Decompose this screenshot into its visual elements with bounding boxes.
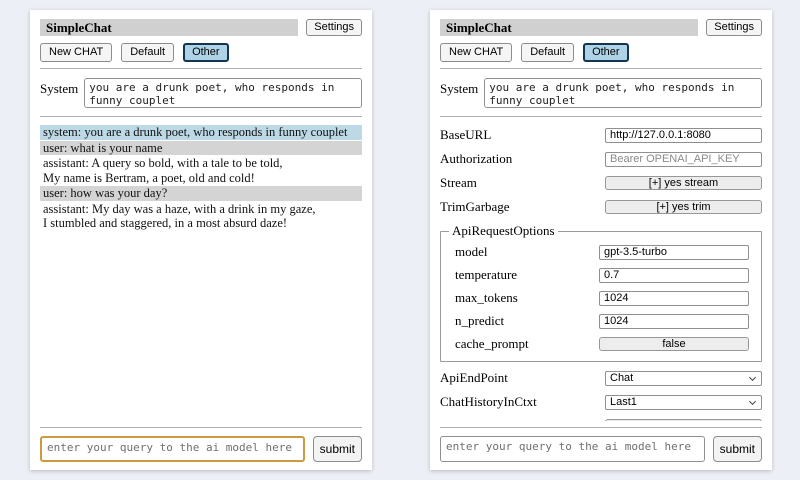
n-predict-label: n_predict	[455, 313, 599, 329]
setting-row-baseurl: BaseURL	[440, 127, 762, 143]
app-title: SimpleChat	[40, 19, 298, 36]
baseurl-input[interactable]	[605, 128, 762, 143]
setting-row-authorization: Authorization	[440, 151, 762, 167]
api-endpoint-value: Chat	[610, 372, 750, 384]
query-row: submit	[40, 436, 362, 462]
chat-history-value: Last1	[610, 396, 750, 408]
new-chat-button[interactable]: New CHAT	[440, 43, 512, 62]
chevron-down-icon	[749, 397, 756, 404]
settings-form: BaseURL Authorization Stream [+] yes str…	[440, 127, 762, 421]
session-toolbar: New CHAT Default Other	[40, 43, 362, 62]
n-predict-input[interactable]	[599, 314, 749, 329]
api-endpoint-select[interactable]: Chat	[605, 371, 762, 386]
session-tab-other[interactable]: Other	[183, 43, 229, 62]
session-tab-other[interactable]: Other	[583, 43, 629, 62]
chat-history-label: ChatHistoryInCtxt	[440, 394, 605, 410]
new-chat-button[interactable]: New CHAT	[40, 43, 112, 62]
submit-button[interactable]: submit	[713, 436, 762, 462]
temperature-input[interactable]	[599, 268, 749, 283]
system-prompt-input[interactable]: you are a drunk poet, who responds in fu…	[484, 78, 762, 108]
setting-row-chat-history: ChatHistoryInCtxt Last1	[440, 394, 762, 410]
completion-fresh-label: CompletionFreshChatAlways	[440, 418, 605, 421]
max-tokens-input[interactable]	[599, 291, 749, 306]
api-endpoint-label: ApiEndPoint	[440, 370, 605, 386]
app-title: SimpleChat	[440, 19, 698, 36]
chat-messages: system: you are a drunk poet, who respon…	[40, 125, 362, 421]
chat-history-select[interactable]: Last1	[605, 395, 762, 410]
system-label: System	[440, 78, 478, 97]
divider	[440, 68, 762, 69]
system-prompt-row: System you are a drunk poet, who respond…	[440, 78, 762, 108]
header: SimpleChat Settings	[440, 19, 762, 36]
api-request-options-fieldset: ApiRequestOptions model temperature max_…	[440, 223, 762, 362]
stream-label: Stream	[440, 175, 605, 191]
chat-message-assistant: assistant: My day was a haze, with a dri…	[40, 202, 362, 231]
session-toolbar: New CHAT Default Other	[440, 43, 762, 62]
divider	[40, 427, 362, 428]
setting-row-cache-prompt: cache_prompt false	[455, 336, 749, 352]
header: SimpleChat Settings	[40, 19, 362, 36]
chat-message-user: user: how was your day?	[40, 186, 362, 201]
trimgarbage-toggle-button[interactable]: [+] yes trim	[605, 200, 762, 214]
query-row: submit	[440, 436, 762, 462]
authorization-input[interactable]	[605, 152, 762, 167]
divider	[440, 427, 762, 428]
setting-row-trimgarbage: TrimGarbage [+] yes trim	[440, 199, 762, 215]
setting-row-n-predict: n_predict	[455, 313, 749, 329]
setting-row-api-endpoint: ApiEndPoint Chat	[440, 370, 762, 386]
system-prompt-input[interactable]: you are a drunk poet, who responds in fu…	[84, 78, 362, 108]
chat-panel: SimpleChat Settings New CHAT Default Oth…	[30, 10, 372, 470]
stream-toggle-button[interactable]: [+] yes stream	[605, 176, 762, 190]
completion-fresh-toggle-button[interactable]: [+] yes fresh	[605, 419, 762, 421]
settings-button[interactable]: Settings	[706, 19, 762, 36]
trimgarbage-label: TrimGarbage	[440, 199, 605, 215]
chat-message-user: user: what is your name	[40, 141, 362, 156]
temperature-label: temperature	[455, 267, 599, 283]
query-input[interactable]	[440, 436, 705, 462]
model-label: model	[455, 244, 599, 260]
chat-message-system: system: you are a drunk poet, who respon…	[40, 125, 362, 140]
session-tab-default[interactable]: Default	[521, 43, 574, 62]
system-prompt-row: System you are a drunk poet, who respond…	[40, 78, 362, 108]
max-tokens-label: max_tokens	[455, 290, 599, 306]
chat-message-assistant: assistant: A query so bold, with a tale …	[40, 156, 362, 185]
submit-button[interactable]: submit	[313, 436, 362, 462]
settings-panel: SimpleChat Settings New CHAT Default Oth…	[430, 10, 772, 470]
baseurl-label: BaseURL	[440, 127, 605, 143]
cache-prompt-toggle-button[interactable]: false	[599, 337, 749, 351]
chevron-down-icon	[749, 373, 756, 380]
api-request-options-legend: ApiRequestOptions	[449, 223, 558, 239]
system-label: System	[40, 78, 78, 97]
authorization-label: Authorization	[440, 151, 605, 167]
setting-row-model: model	[455, 244, 749, 260]
divider	[40, 68, 362, 69]
setting-row-stream: Stream [+] yes stream	[440, 175, 762, 191]
setting-row-completion-fresh: CompletionFreshChatAlways [+] yes fresh	[440, 418, 762, 421]
model-input[interactable]	[599, 245, 749, 260]
divider	[440, 116, 762, 117]
divider	[40, 116, 362, 117]
settings-button[interactable]: Settings	[306, 19, 362, 36]
cache-prompt-label: cache_prompt	[455, 336, 599, 352]
setting-row-max-tokens: max_tokens	[455, 290, 749, 306]
query-input[interactable]	[40, 436, 305, 462]
session-tab-default[interactable]: Default	[121, 43, 174, 62]
setting-row-temperature: temperature	[455, 267, 749, 283]
